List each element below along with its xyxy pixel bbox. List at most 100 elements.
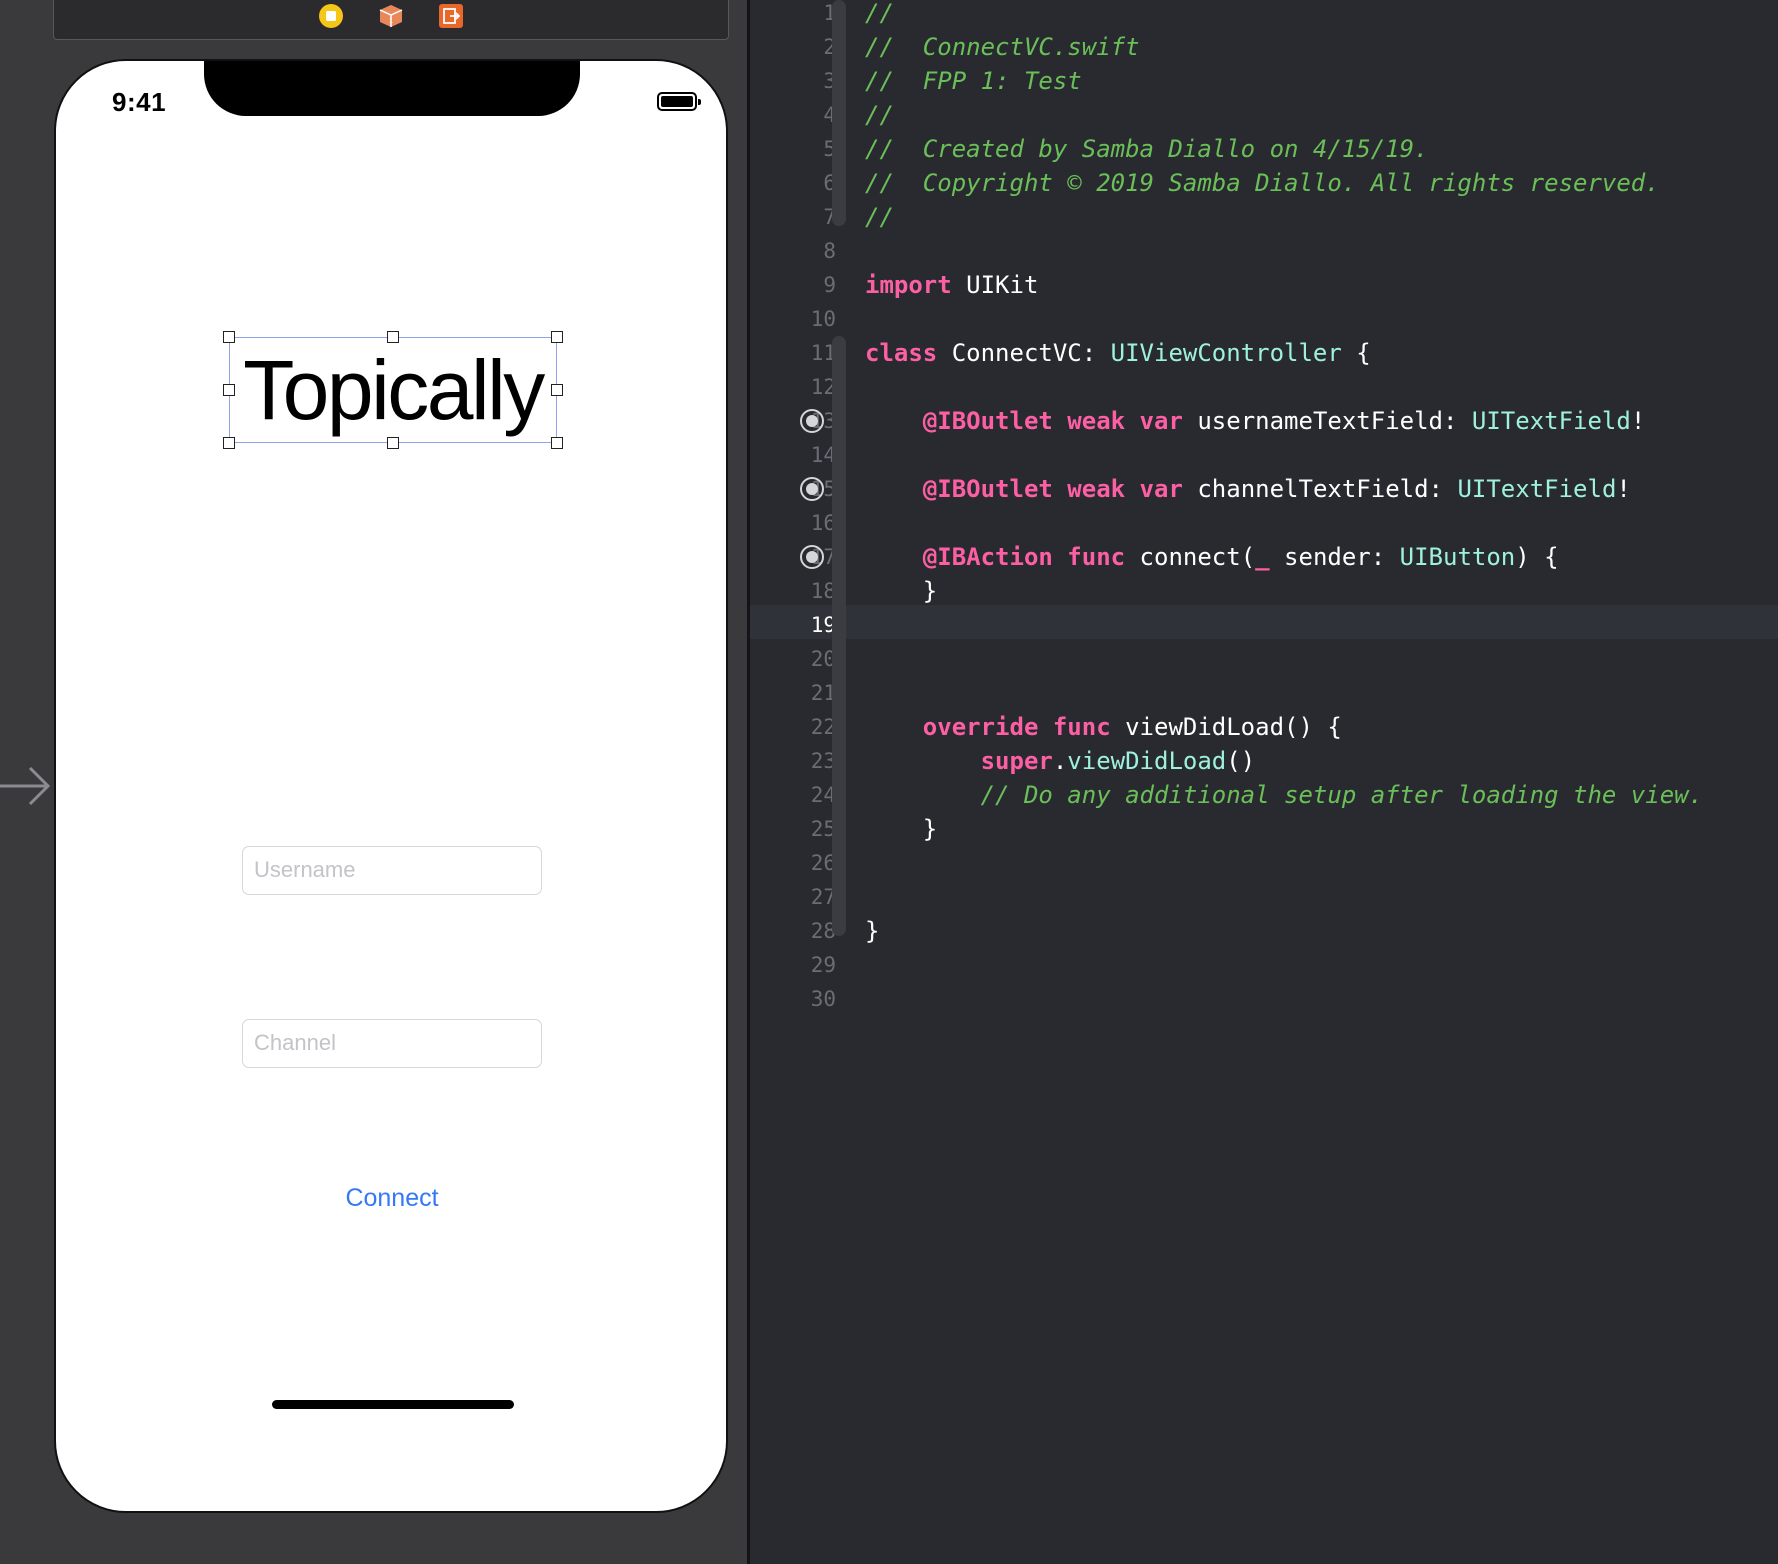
iphone-scene[interactable]: 9:41 Topically Username Channel Connect xyxy=(54,59,728,1513)
outlet-connection-icon[interactable] xyxy=(800,409,824,433)
code-token: () xyxy=(1226,747,1256,775)
line-number[interactable]: 18 xyxy=(755,574,836,608)
first-responder-icon[interactable]: 1 xyxy=(378,3,404,29)
line-number[interactable]: 25 xyxy=(755,812,836,846)
code-token: @IBAction xyxy=(922,543,1053,571)
resize-handle-right[interactable] xyxy=(551,384,563,396)
resize-handle-bottom-left[interactable] xyxy=(223,437,235,449)
line-number[interactable]: 12 xyxy=(755,370,836,404)
code-line[interactable]: } xyxy=(865,914,879,948)
code-token: usernameTextField: xyxy=(1182,407,1472,435)
code-line[interactable]: // xyxy=(865,200,894,234)
outlet-connection-icon[interactable] xyxy=(800,545,824,569)
code-line[interactable]: // xyxy=(865,0,894,30)
code-line[interactable]: // ConnectVC.swift xyxy=(865,30,1140,64)
line-number[interactable]: 2 xyxy=(755,30,836,64)
code-line[interactable]: @IBOutlet weak var usernameTextField: UI… xyxy=(865,404,1646,438)
line-number[interactable]: 28 xyxy=(755,914,836,948)
code-line[interactable]: override func viewDidLoad() { xyxy=(865,710,1342,744)
channel-text-field[interactable]: Channel xyxy=(242,1019,542,1068)
storyboard-canvas[interactable]: 1 9:41 Topically Username Channel Connec… xyxy=(0,0,750,1564)
line-number[interactable]: 19 xyxy=(755,608,836,642)
line-number[interactable]: 24 xyxy=(755,778,836,812)
code-token: UIButton xyxy=(1399,543,1516,571)
username-text-field[interactable]: Username xyxy=(242,846,542,895)
code-token: ) { xyxy=(1515,543,1559,571)
code-token: UITextField xyxy=(1471,407,1631,435)
code-token: sender: xyxy=(1269,543,1400,571)
svg-text:1: 1 xyxy=(389,18,393,25)
code-token: channelTextField: xyxy=(1182,475,1458,503)
line-number[interactable]: 27 xyxy=(755,880,836,914)
line-number[interactable]: 14 xyxy=(755,438,836,472)
initial-view-controller-arrow-icon[interactable] xyxy=(0,760,52,812)
line-number[interactable]: 8 xyxy=(755,234,836,268)
line-number[interactable]: 11 xyxy=(755,336,836,370)
title-label[interactable]: Topically xyxy=(230,338,556,442)
line-number[interactable]: 29 xyxy=(755,948,836,982)
code-token: } xyxy=(865,815,938,843)
code-line[interactable]: } xyxy=(865,574,937,608)
line-number[interactable]: 5 xyxy=(755,132,836,166)
line-number-gutter[interactable]: 1 2 3 4 5 6 7 8 9 10 11 12 13 14 15 16 17 18 19 20 21 22 23 24 2… xyxy=(750,0,836,1564)
code-token: viewDidLoad xyxy=(1067,747,1227,775)
code-token: UIViewController xyxy=(1110,339,1342,367)
view-controller-icon[interactable] xyxy=(318,3,344,29)
resize-handle-top-left[interactable] xyxy=(223,331,235,343)
line-number[interactable]: 3 xyxy=(755,64,836,98)
line-number[interactable]: 23 xyxy=(755,744,836,778)
line-number[interactable]: 16 xyxy=(755,506,836,540)
line-number[interactable]: 30 xyxy=(755,982,836,1016)
code-token: import xyxy=(865,271,952,299)
line-number[interactable]: 1 xyxy=(755,0,836,30)
line-number[interactable]: 10 xyxy=(755,302,836,336)
current-line-highlight xyxy=(750,605,1778,639)
line-number[interactable]: 21 xyxy=(755,676,836,710)
code-line[interactable]: // Do any additional setup after loading… xyxy=(865,778,1703,812)
code-fold-ribbon-class[interactable] xyxy=(832,336,846,936)
title-label-selection[interactable]: Topically xyxy=(223,331,563,449)
outlet-connection-icon[interactable] xyxy=(800,477,824,501)
resize-handle-bottom-right[interactable] xyxy=(551,437,563,449)
code-token: } xyxy=(865,577,938,605)
code-line[interactable]: super.viewDidLoad() xyxy=(865,744,1256,778)
code-line[interactable]: @IBOutlet weak var channelTextField: UIT… xyxy=(865,472,1631,506)
code-line[interactable]: // xyxy=(865,98,894,132)
assistant-code-editor[interactable]: 1 2 3 4 5 6 7 8 9 10 11 12 13 14 15 16 17 18 19 20 21 22 23 24 2… xyxy=(750,0,1778,1564)
line-number[interactable]: 4 xyxy=(755,98,836,132)
resize-handle-bottom[interactable] xyxy=(387,437,399,449)
code-fold-ribbon-header[interactable] xyxy=(832,0,846,226)
code-token: } xyxy=(865,917,880,945)
resize-handle-top-right[interactable] xyxy=(551,331,563,343)
code-line[interactable]: // FPP 1: Test xyxy=(865,64,1082,98)
line-number[interactable]: 9 xyxy=(755,268,836,302)
line-number[interactable]: 6 xyxy=(755,166,836,200)
code-token: connect( xyxy=(1125,543,1256,571)
line-number[interactable]: 7 xyxy=(755,200,836,234)
connect-button[interactable]: Connect xyxy=(292,1179,492,1217)
exit-icon[interactable] xyxy=(438,3,464,29)
line-number[interactable]: 26 xyxy=(755,846,836,880)
code-token: ! xyxy=(1616,475,1631,503)
code-line[interactable]: class ConnectVC: UIViewController { xyxy=(865,336,1371,370)
code-line[interactable]: import UIKit xyxy=(865,268,1038,302)
code-line[interactable]: @IBAction func connect(_ sender: UIButto… xyxy=(865,540,1559,574)
code-token: class xyxy=(865,339,938,367)
code-line[interactable]: // Copyright © 2019 Samba Diallo. All ri… xyxy=(865,166,1660,200)
resize-handle-top[interactable] xyxy=(387,331,399,343)
home-indicator xyxy=(272,1400,514,1409)
code-token: . xyxy=(1052,747,1068,775)
line-number[interactable]: 22 xyxy=(755,710,836,744)
resize-handle-left[interactable] xyxy=(223,384,235,396)
line-number[interactable]: 20 xyxy=(755,642,836,676)
code-line[interactable]: // Created by Samba Diallo on 4/15/19. xyxy=(865,132,1429,166)
battery-icon xyxy=(657,92,701,111)
code-line[interactable]: } xyxy=(865,812,937,846)
